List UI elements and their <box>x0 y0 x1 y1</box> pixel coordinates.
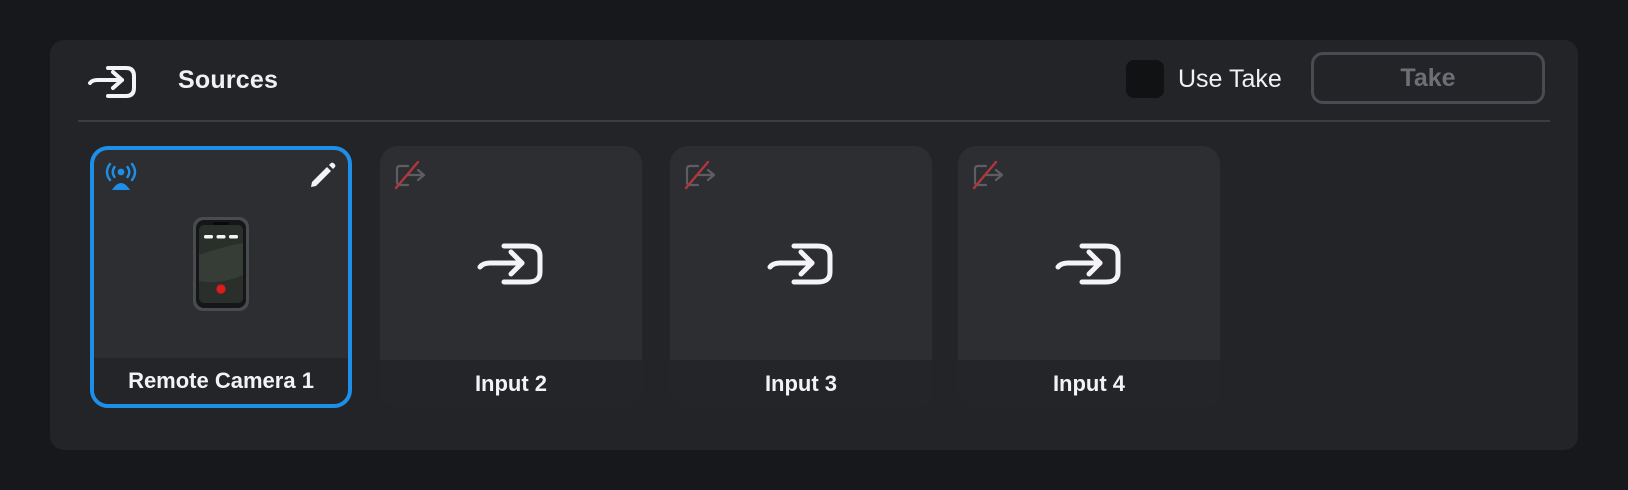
source-card-remote-camera-1[interactable]: Remote Camera 1 <box>90 146 352 408</box>
source-preview <box>380 146 642 360</box>
source-preview <box>94 150 348 364</box>
use-take-label: Use Take <box>1178 64 1282 93</box>
source-label-bar: Input 2 <box>380 360 642 408</box>
input-source-icon <box>477 243 543 285</box>
edit-icon[interactable] <box>306 160 338 192</box>
page-title: Sources <box>178 66 279 94</box>
source-label: Input 4 <box>1052 371 1126 396</box>
phone-camera-icon <box>193 217 249 311</box>
source-preview <box>670 146 932 360</box>
source-label: Input 3 <box>764 371 838 396</box>
broadcasting-icon <box>105 162 137 190</box>
sources-header: Sources Use Take Take <box>50 40 1578 120</box>
source-label-bar: Input 4 <box>958 360 1220 408</box>
use-take-toggle[interactable]: Use Take <box>1126 60 1282 98</box>
sources-panel: Sources Use Take Take Remote Camera 1 In… <box>50 40 1578 450</box>
source-label-bar: Remote Camera 1 <box>94 358 348 404</box>
input-source-icon <box>767 243 833 285</box>
use-take-checkbox[interactable] <box>1126 60 1164 98</box>
no-signal-icon <box>972 160 1004 190</box>
source-card-input-4[interactable]: Input 4 <box>958 146 1220 408</box>
source-preview <box>958 146 1220 360</box>
source-label: Remote Camera 1 <box>128 368 314 393</box>
input-source-icon <box>1055 243 1121 285</box>
header-divider <box>78 120 1550 122</box>
source-card-input-3[interactable]: Input 3 <box>670 146 932 408</box>
no-signal-icon <box>394 160 426 190</box>
source-card-input-2[interactable]: Input 2 <box>380 146 642 408</box>
no-signal-icon <box>684 160 716 190</box>
take-button[interactable]: Take <box>1311 52 1545 104</box>
input-source-icon <box>88 66 136 98</box>
source-label-bar: Input 3 <box>670 360 932 408</box>
source-label: Input 2 <box>474 371 548 396</box>
